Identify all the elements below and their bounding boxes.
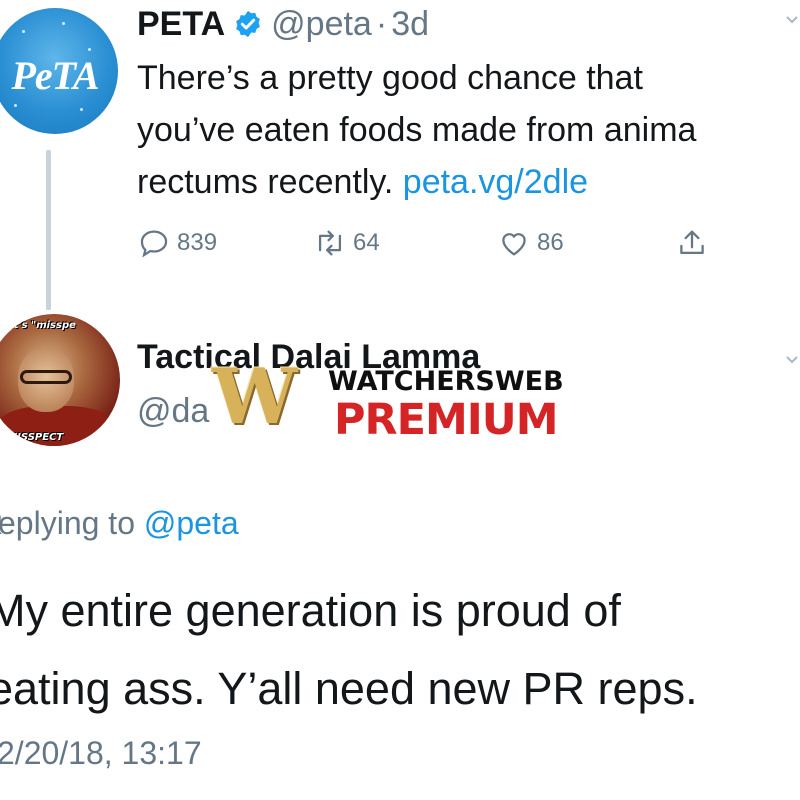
tweet-text-line: There’s a pretty good chance that bbox=[137, 59, 643, 97]
verified-icon bbox=[236, 10, 261, 38]
header-separator: · bbox=[375, 4, 388, 43]
replying-mention[interactable]: @peta bbox=[144, 505, 239, 541]
share-icon bbox=[680, 230, 704, 255]
thread-connector-line bbox=[46, 150, 51, 310]
tweet-time[interactable]: 3d bbox=[391, 5, 429, 44]
peta-avatar[interactable]: PeTA bbox=[0, 8, 118, 134]
like-count: 86 bbox=[537, 229, 564, 256]
author-name[interactable]: PETA bbox=[137, 5, 225, 44]
author-handle[interactable]: @peta bbox=[271, 5, 372, 44]
reply-count: 839 bbox=[177, 229, 218, 256]
share-button[interactable] bbox=[675, 226, 715, 260]
replying-label-text: eplying to bbox=[0, 505, 144, 541]
like-button[interactable]: 86 bbox=[497, 226, 564, 260]
watermark-line2: PREMIUM bbox=[334, 395, 558, 445]
reply-text-line: My entire generation is proud of bbox=[0, 585, 621, 636]
retweet-count: 64 bbox=[353, 229, 380, 256]
tweet-text-line: you’ve eaten foods made from anima bbox=[137, 111, 697, 149]
tweet-text-line-content: rectums recently. bbox=[137, 163, 394, 201]
reply-text: My entire generation is proud of eating … bbox=[0, 572, 800, 728]
tweet-actions: 839 64 86 bbox=[137, 226, 737, 266]
avatar-caption-bottom: "MISSPECT bbox=[2, 432, 64, 443]
caret-down-icon[interactable] bbox=[786, 356, 798, 364]
tweet-header: PETA @peta · 3d bbox=[137, 4, 429, 44]
tweet-link[interactable]: peta.vg/2dle bbox=[403, 163, 588, 201]
avatar-glasses bbox=[20, 370, 72, 384]
reply-text-line: eating ass. Y’all need new PR reps. bbox=[0, 663, 698, 714]
peta-logo: PeTA bbox=[11, 53, 99, 98]
reply-timestamp[interactable]: 2/20/18, 13:17 bbox=[0, 735, 202, 772]
replying-prefix: R bbox=[0, 505, 3, 542]
watermark-line1: WATCHERSWEB bbox=[328, 366, 564, 397]
dalai-avatar[interactable]: It's "misspe "MISSPECT bbox=[0, 314, 120, 446]
avatar-caption-top: It's "misspe bbox=[10, 320, 76, 331]
like-icon bbox=[502, 233, 526, 256]
caret-down-icon[interactable] bbox=[786, 16, 798, 24]
tweet-text: There’s a pretty good chance that you’ve… bbox=[137, 52, 800, 208]
reply-button[interactable]: 839 bbox=[137, 226, 217, 260]
watermark-logo: W bbox=[212, 352, 298, 441]
reply-author-handle[interactable]: @da bbox=[137, 392, 209, 431]
tweet-text-line: rectums recently. peta.vg/2dle bbox=[137, 156, 800, 208]
replying-to-label: Replying to @peta bbox=[0, 505, 239, 542]
retweet-button[interactable]: 64 bbox=[313, 226, 380, 260]
reply-icon bbox=[140, 230, 168, 258]
retweet-icon bbox=[318, 230, 342, 256]
